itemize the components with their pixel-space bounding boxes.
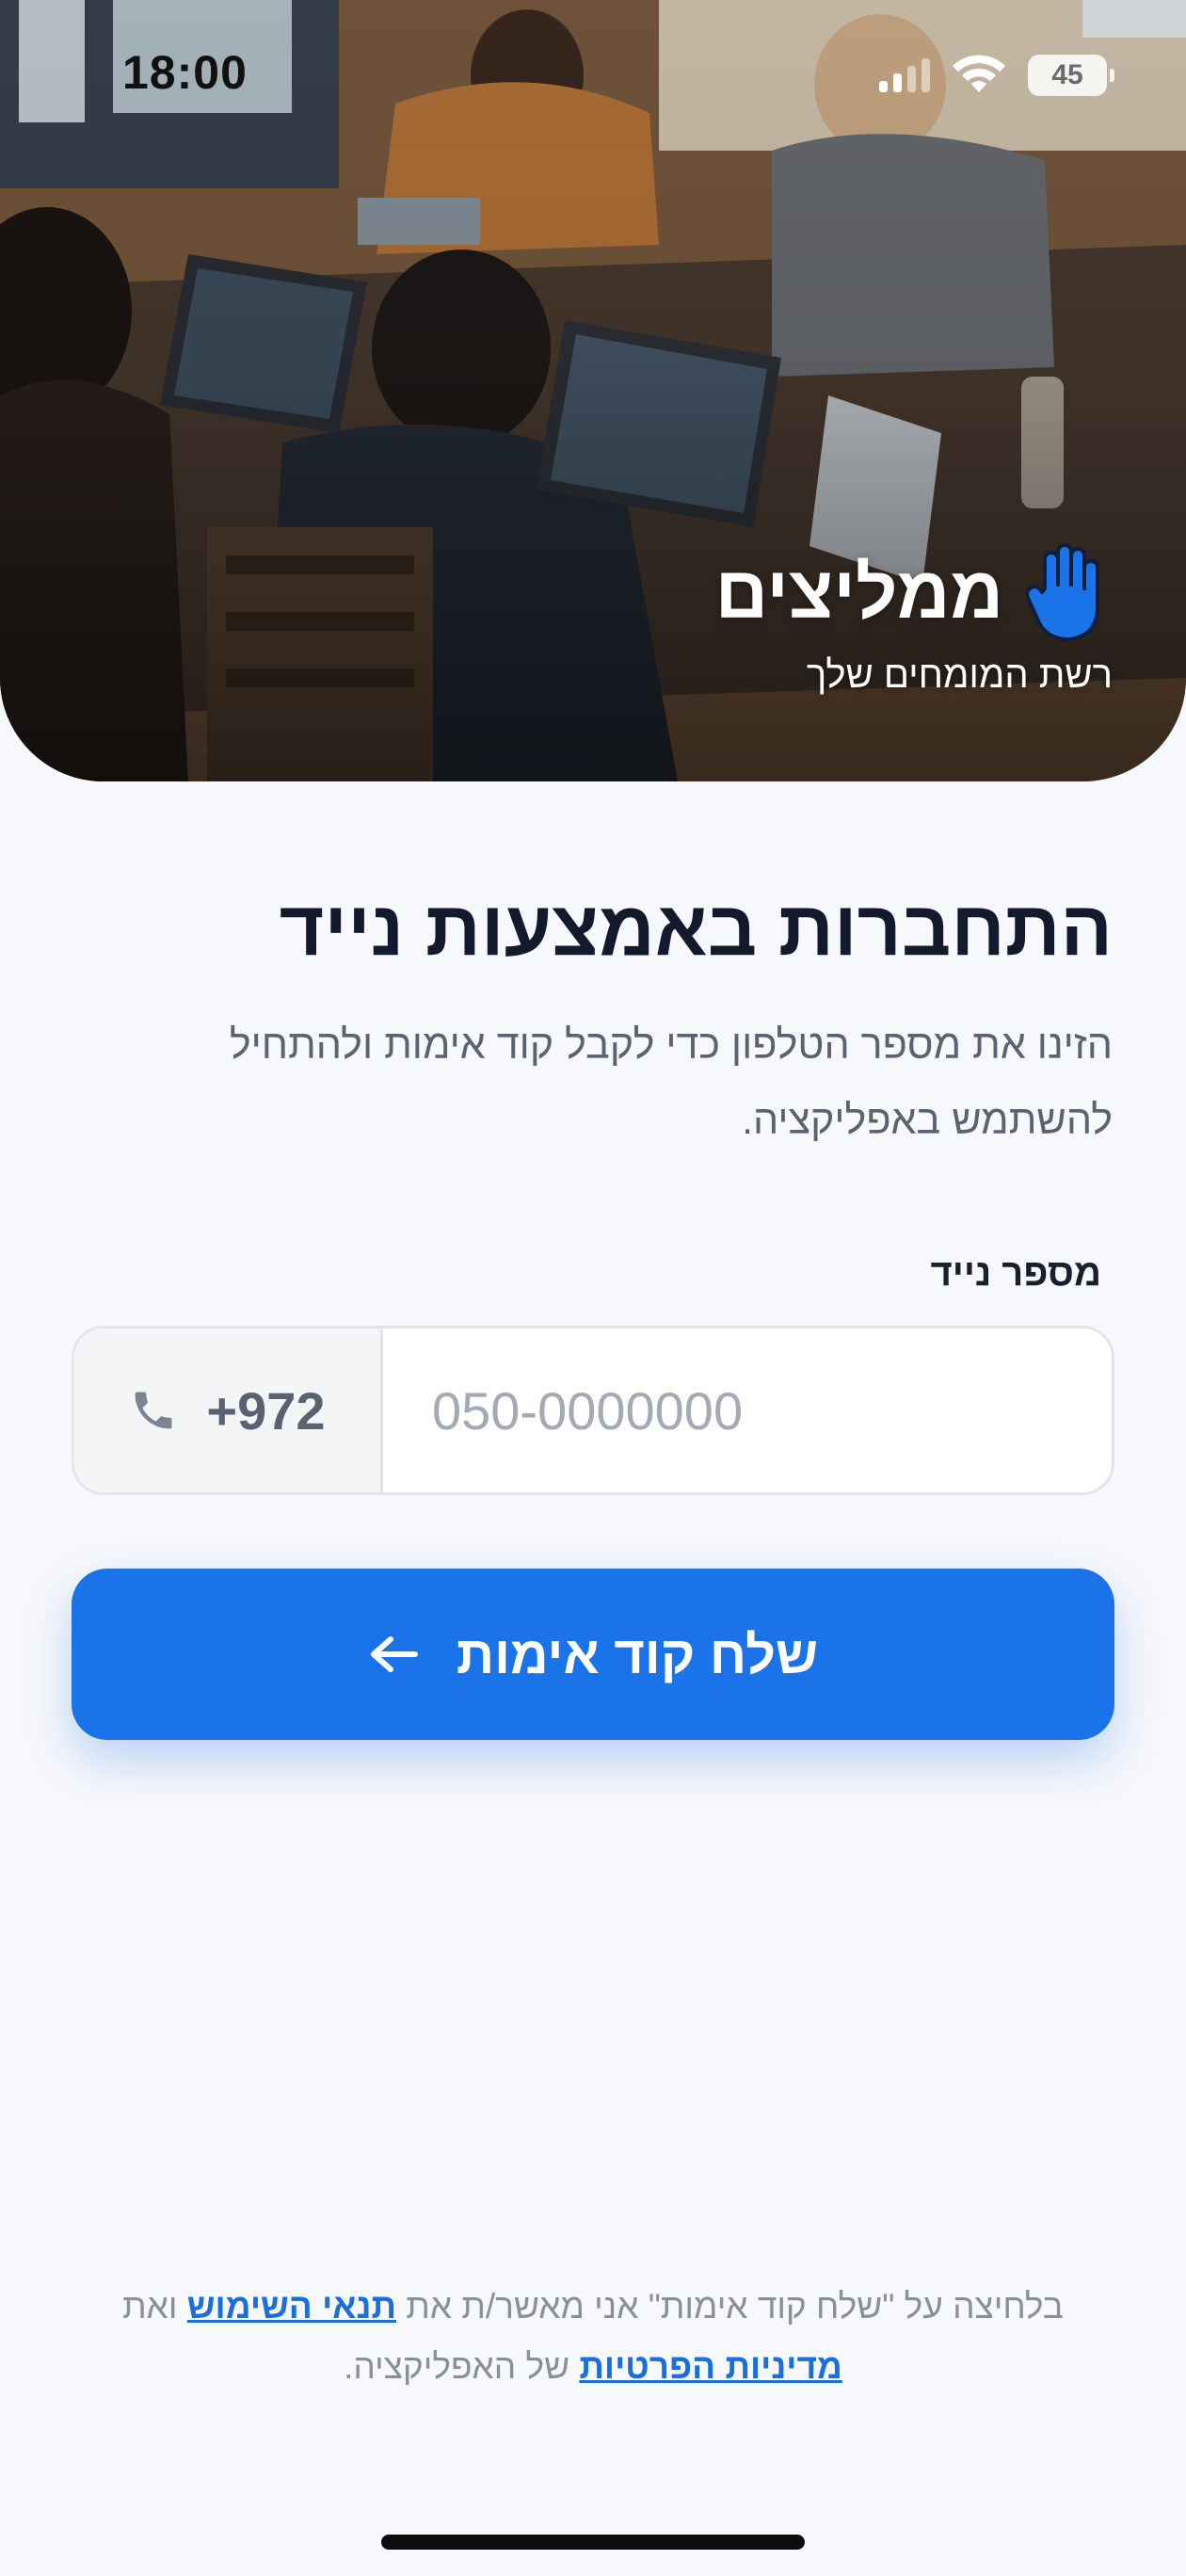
country-code-prefix[interactable]: +972 (74, 1328, 383, 1492)
cellular-signal-icon (879, 58, 930, 92)
send-code-button[interactable]: שלח קוד אימות (72, 1569, 1114, 1740)
privacy-link[interactable]: מדיניות הפרטיות (579, 2347, 841, 2386)
page-subtitle: הזינו את מספר הטלפון כדי לקבל קוד אימות … (229, 1022, 1113, 1143)
phone-field: +972 (72, 1326, 1114, 1495)
legal-middle: ואת (122, 2287, 187, 2326)
battery-indicator: 45 (1028, 55, 1114, 96)
home-indicator[interactable] (381, 2535, 805, 2550)
hand-icon (1025, 543, 1099, 641)
status-time: 18:00 (122, 46, 248, 99)
phone-number-input[interactable] (383, 1328, 1112, 1492)
phone-icon (135, 1392, 172, 1429)
country-code: +972 (206, 1380, 326, 1441)
page-title: התחברות באמצעות נייד (279, 886, 1113, 972)
wifi-icon (953, 55, 1005, 92)
arrow-left-icon (370, 1636, 418, 1672)
brand: ממליצים (715, 541, 1109, 643)
legal-suffix: של האפליקציה. (344, 2347, 580, 2386)
send-code-label: שלח קוד אימות (456, 1624, 819, 1684)
brand-name: ממליצים (714, 550, 1003, 634)
legal-notice: בלחיצה על "שלח קוד אימות" אני מאשר/ת את … (122, 2277, 1064, 2397)
brand-tagline: רשת המומחים שלך (806, 654, 1113, 696)
hero-banner: 18:00 45 ממליצים רשת המומחים שלך (0, 0, 1186, 781)
phone-label: מספר נייד (930, 1252, 1101, 1294)
terms-link[interactable]: תנאי השימוש (187, 2287, 396, 2326)
legal-prefix: בלחיצה על "שלח קוד אימות" אני מאשר/ת את (396, 2287, 1064, 2326)
status-icons: 45 (879, 55, 1114, 96)
